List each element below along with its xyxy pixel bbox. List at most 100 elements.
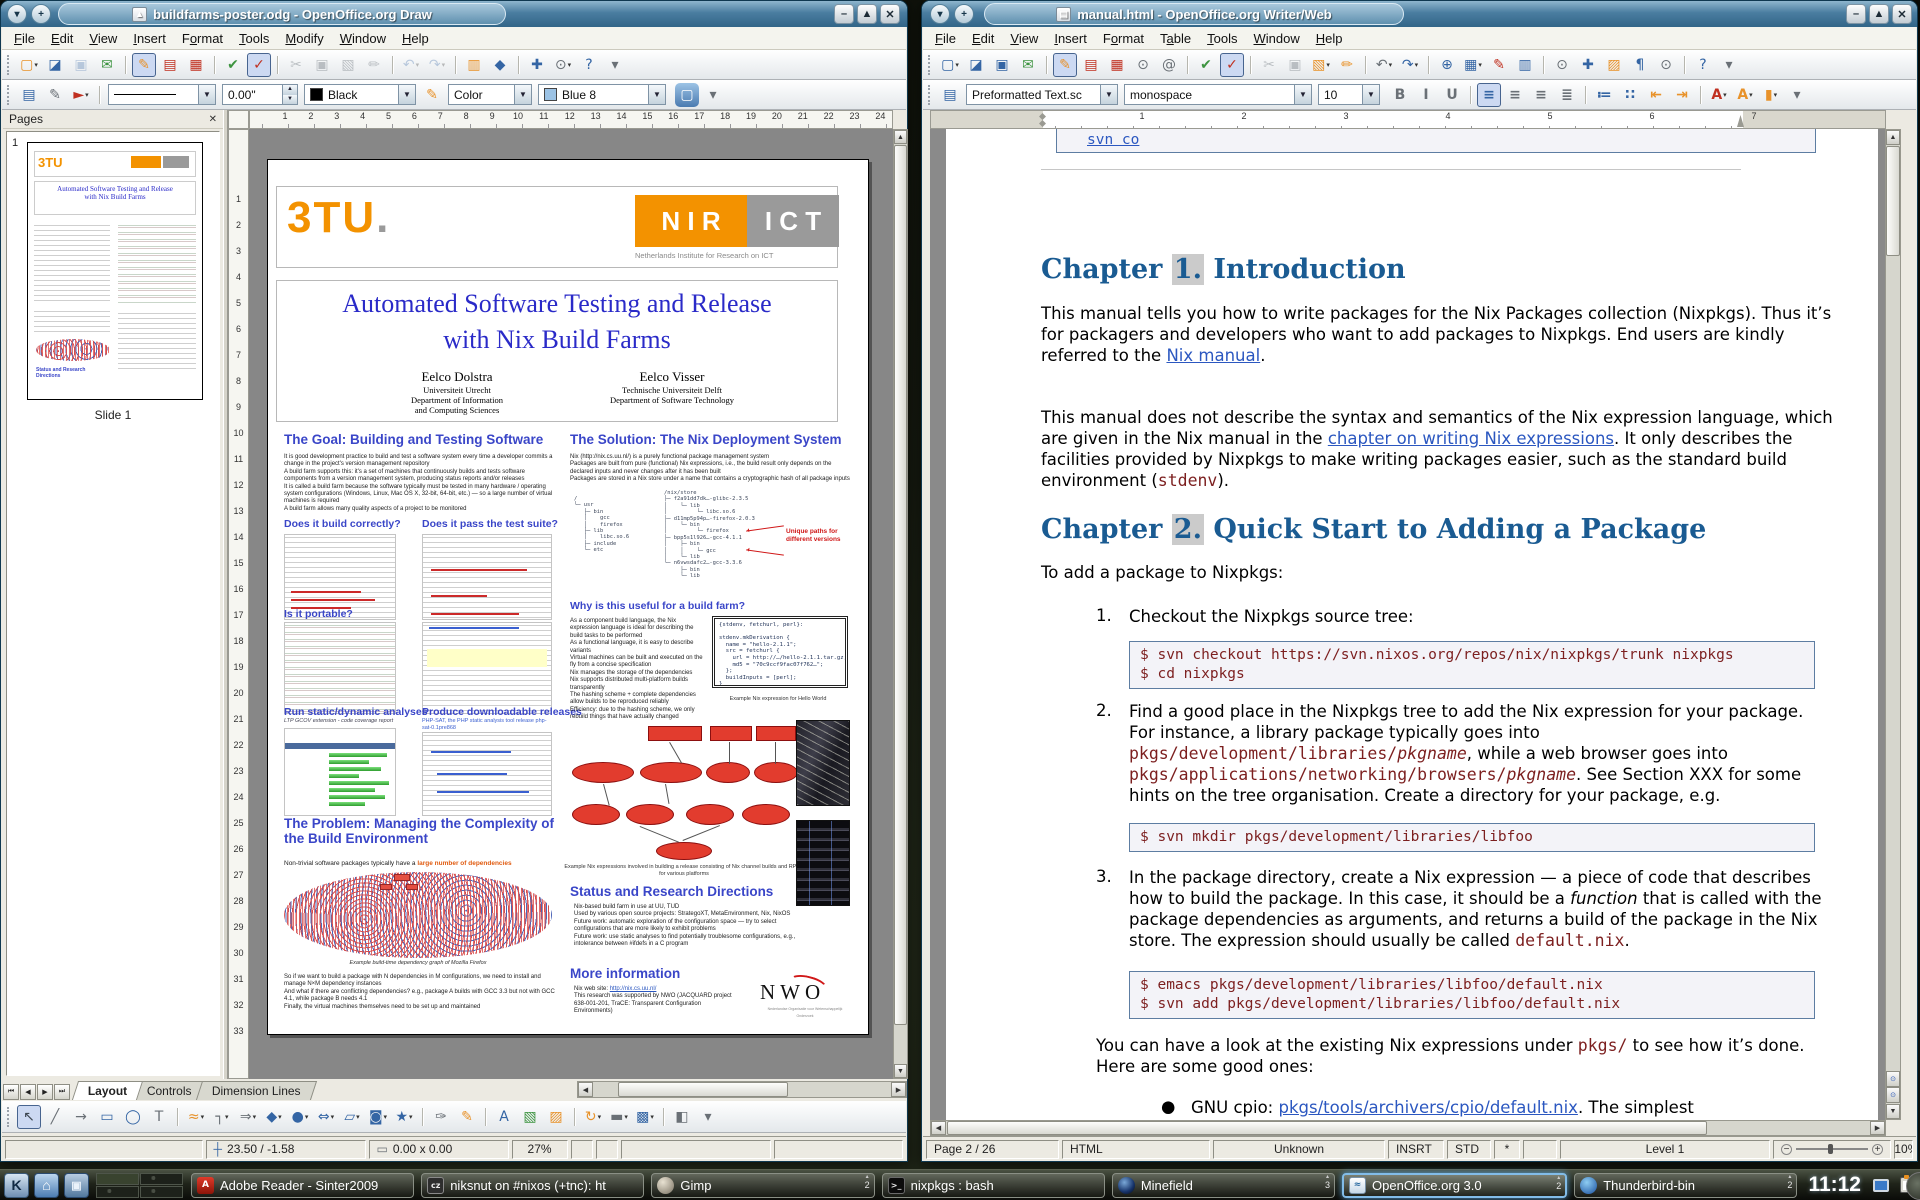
help-icon[interactable]: ? <box>1691 53 1715 77</box>
menu-item[interactable]: Edit <box>964 28 1002 49</box>
format-icon[interactable] <box>1696 83 1705 107</box>
menu-item[interactable]: View <box>81 28 125 49</box>
format-paintbrush-icon[interactable]: ✏ <box>1335 53 1359 77</box>
toolbar-icon[interactable] <box>659 1105 668 1129</box>
justify-icon[interactable]: ≣ <box>1555 83 1579 107</box>
status-language[interactable]: Unknown <box>1213 1140 1385 1159</box>
menu-item[interactable]: Window <box>1246 28 1308 49</box>
status-zoom-percent[interactable]: 110% <box>1894 1140 1913 1159</box>
status-zoom[interactable]: 27% <box>512 1140 568 1159</box>
status-pagestyle[interactable]: HTML <box>1062 1140 1210 1159</box>
save-icon[interactable]: ▣ <box>990 53 1014 77</box>
menu-item[interactable]: Tools <box>1199 28 1245 49</box>
toolbar-grip[interactable] <box>7 55 12 75</box>
kmenu-icon[interactable]: K <box>4 1173 29 1198</box>
zoom-slider[interactable]: − + <box>1773 1140 1891 1159</box>
pages-panel-close-icon[interactable]: ✕ <box>209 114 217 125</box>
nonprinting-chars-icon[interactable]: ¶ <box>1628 53 1652 77</box>
undo-icon[interactable]: ↶▾ <box>399 53 423 77</box>
task-openoffice[interactable]: ≈ OpenOffice.org 3.0 2 <box>1342 1173 1567 1198</box>
slide-thumbnail[interactable]: 3TU Automated Software Testing and Relea… <box>27 142 203 400</box>
fill-type-combo[interactable]: Color▼ <box>448 84 532 105</box>
menu-item[interactable]: File <box>927 28 964 49</box>
arrow-style-icon[interactable]: ►▾ <box>69 83 93 107</box>
pages-list[interactable]: 1 3TU Automated Software Testing and Rel… <box>6 131 220 1076</box>
find-icon[interactable]: ⊙ <box>1550 53 1574 77</box>
toolbar-options-icon[interactable]: ▾ <box>603 53 627 77</box>
home-icon[interactable]: ⌂ <box>34 1173 59 1198</box>
tab-dimension-lines[interactable]: Dimension Lines <box>196 1081 317 1100</box>
spellcheck-icon[interactable]: ✔ <box>1194 53 1218 77</box>
minimize-button[interactable]: – <box>1846 4 1866 24</box>
close-button[interactable]: ✕ <box>880 4 900 24</box>
lines-arrows-icon[interactable]: ⇒▾ <box>236 1105 260 1129</box>
tab-first-icon[interactable]: ⏮ <box>3 1084 19 1100</box>
underline-icon[interactable]: U <box>1440 83 1464 107</box>
insert-table-icon[interactable]: ▦▾ <box>1461 53 1485 77</box>
status-selection-mode[interactable]: STD <box>1447 1140 1491 1159</box>
cut-icon[interactable]: ✂ <box>284 53 308 77</box>
page-preview-icon[interactable]: ⊙ <box>1131 53 1155 77</box>
new-document-icon[interactable]: ▢▾ <box>17 53 41 77</box>
draw-hscrollbar[interactable]: ◀ ▶ <box>577 1081 907 1098</box>
line-icon[interactable]: ╱ <box>43 1105 67 1129</box>
paste-icon[interactable]: ▧ <box>336 53 360 77</box>
font-name-combo[interactable]: monospace▼ <box>1124 84 1312 105</box>
task-gimp[interactable]: Gimp 2 <box>651 1173 874 1198</box>
pages-panel-header[interactable]: Pages ✕ <box>3 110 223 129</box>
task-xchat[interactable]: cz niksnut on #nixos (+tnc): ht <box>421 1173 644 1198</box>
from-file-icon[interactable]: ▧ <box>518 1105 542 1129</box>
toolbar-options-icon[interactable]: ▾ <box>1717 53 1741 77</box>
draw-canvas[interactable]: 3TU. N I R I C T Netherlands Institute f… <box>249 129 893 1079</box>
edit-points-icon[interactable]: ✑ <box>429 1105 453 1129</box>
pager-desktop-2[interactable] <box>140 1173 183 1185</box>
horizontal-ruler[interactable]: 123456789101112131415161718192021222324 <box>249 110 893 129</box>
align-left-icon[interactable]: ≡ <box>1477 83 1501 107</box>
tab-last-icon[interactable]: ⏭ <box>54 1084 70 1100</box>
toolbar-icon[interactable] <box>1680 53 1689 77</box>
status-page[interactable]: Page 2 / 26 <box>926 1140 1059 1159</box>
line-style-combo[interactable]: ▼ <box>108 84 216 105</box>
background-color-icon[interactable]: ▮▾ <box>1759 83 1783 107</box>
fill-color-combo[interactable]: Blue 8▼ <box>538 84 666 105</box>
writer-ruler[interactable]: 1234567 <box>930 110 1886 129</box>
highlight-icon[interactable]: A▾ <box>1733 83 1757 107</box>
undo-icon[interactable]: ↶▾ <box>1372 53 1396 77</box>
gallery-icon[interactable]: ▨ <box>544 1105 568 1129</box>
menu-item[interactable]: Help <box>1308 28 1351 49</box>
curve-icon[interactable]: ≈▾ <box>184 1105 208 1129</box>
toolbar-icon[interactable] <box>1183 53 1192 77</box>
open-icon[interactable]: ◪ <box>43 53 67 77</box>
redo-icon[interactable]: ↷▾ <box>425 53 449 77</box>
toolbar-options-icon[interactable]: ▾ <box>1785 83 1809 107</box>
navigator-icon[interactable]: ✚ <box>1576 53 1600 77</box>
zoom-out-icon[interactable]: − <box>1781 1144 1792 1155</box>
tab-prev-icon[interactable]: ◀ <box>20 1084 36 1100</box>
email-document-icon[interactable]: ✉ <box>1016 53 1040 77</box>
close-button[interactable]: ✕ <box>1892 4 1912 24</box>
chart-icon[interactable]: ▥ <box>462 53 486 77</box>
writer-docpage[interactable]: svn co Chapter 1. Introduction This manu… <box>946 129 1878 1120</box>
stars-icon[interactable]: ★▾ <box>392 1105 416 1129</box>
menu-item[interactable]: View <box>1002 28 1046 49</box>
extrusion-icon[interactable]: ◧ <box>670 1105 694 1129</box>
window-menu-icon[interactable]: ▾ <box>7 4 27 24</box>
draw-vscrollbar[interactable]: ▲ ▼ <box>893 129 908 1079</box>
copy-icon[interactable]: ▣ <box>310 53 334 77</box>
menu-item[interactable]: Table <box>1152 28 1199 49</box>
align-right-icon[interactable]: ≡ <box>1529 83 1553 107</box>
decrease-indent-icon[interactable]: ⇤ <box>1644 83 1668 107</box>
redo-icon[interactable]: ↷▾ <box>1398 53 1422 77</box>
line-width-spinner[interactable]: 0.00"▲▼ <box>222 84 298 105</box>
toolbar-options-icon[interactable]: ▾ <box>701 83 725 107</box>
styles-icon[interactable]: ▤ <box>17 83 41 107</box>
format-paintbrush-icon[interactable]: ✏ <box>362 53 386 77</box>
italic-icon[interactable]: I <box>1414 83 1438 107</box>
display-settings-icon[interactable] <box>1871 1175 1891 1195</box>
symbol-shapes-icon[interactable]: ●▾ <box>288 1105 312 1129</box>
menu-item[interactable]: Modify <box>277 28 331 49</box>
zoom-thumb[interactable] <box>1828 1144 1833 1154</box>
alignment-icon[interactable]: ▬▾ <box>607 1105 631 1129</box>
text-icon[interactable]: T <box>147 1105 171 1129</box>
arrange-icon[interactable]: ▩▾ <box>633 1105 657 1129</box>
